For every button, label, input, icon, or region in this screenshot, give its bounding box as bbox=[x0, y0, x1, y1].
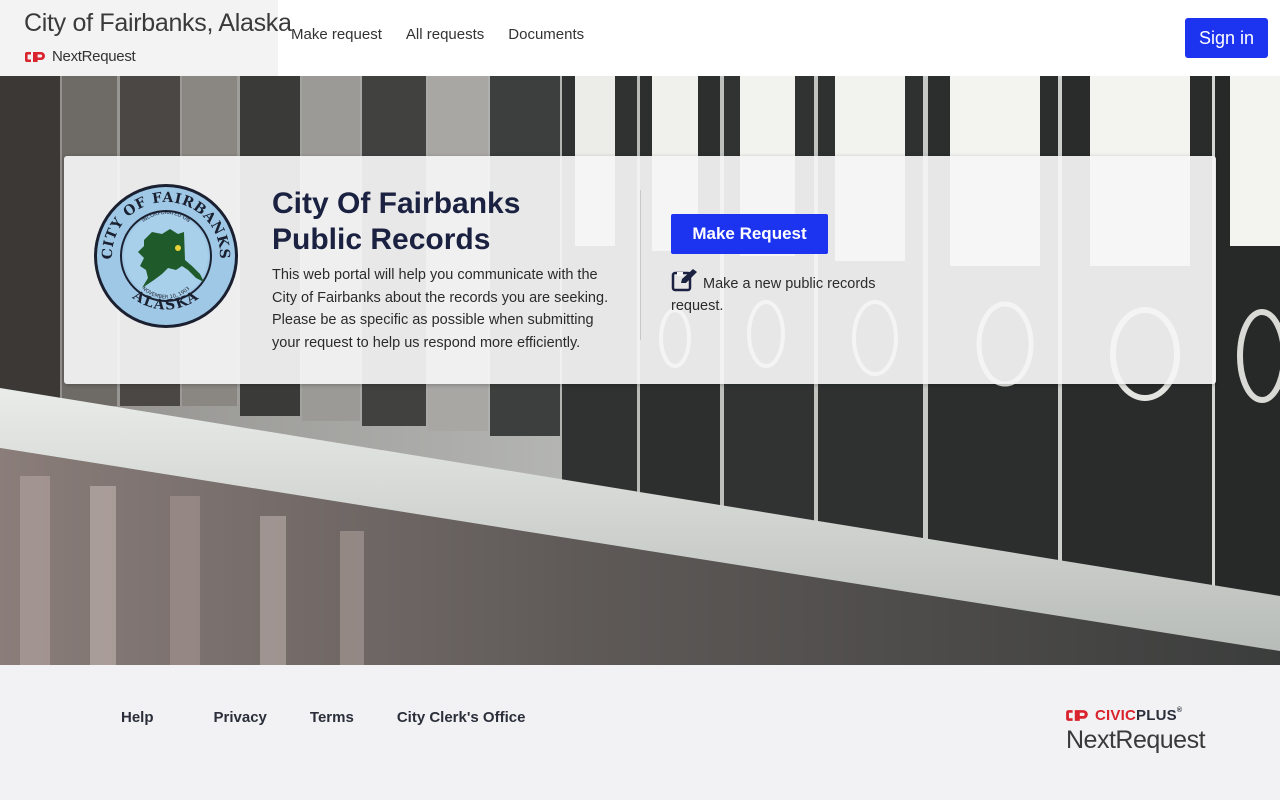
main-nav: Make request All requests Documents bbox=[291, 26, 584, 43]
nav-make-request[interactable]: Make request bbox=[291, 26, 382, 43]
edit-icon bbox=[671, 269, 697, 292]
civicplus-logo-icon bbox=[1066, 710, 1088, 721]
nav-documents[interactable]: Documents bbox=[508, 26, 584, 43]
nav-all-requests[interactable]: All requests bbox=[406, 26, 484, 43]
footer: Help Privacy Terms City Clerk's Office C… bbox=[0, 665, 1280, 800]
civicplus-logo-icon bbox=[25, 51, 45, 62]
city-seal-logo: CITY OF FAIRBANKS ALASKA INCORPORATED ON… bbox=[94, 184, 238, 328]
hero-section: CITY OF FAIRBANKS ALASKA INCORPORATED ON… bbox=[0, 76, 1280, 665]
footer-link-privacy[interactable]: Privacy bbox=[214, 709, 267, 726]
sign-in-button[interactable]: Sign in bbox=[1185, 18, 1268, 58]
civicplus-name: CIVICPLUS® bbox=[1095, 707, 1182, 724]
brand-product-label: NextRequest bbox=[52, 48, 136, 65]
brand-block[interactable]: City of Fairbanks, Alaska NextRequest bbox=[0, 0, 292, 76]
page-title: City Of Fairbanks Public Records bbox=[272, 186, 632, 258]
civicplus-name-secondary: PLUS bbox=[1136, 707, 1177, 724]
civicplus-name-primary: CIVIC bbox=[1095, 707, 1137, 724]
footer-link-terms[interactable]: Terms bbox=[310, 709, 354, 726]
site-title[interactable]: City of Fairbanks, Alaska bbox=[24, 9, 292, 38]
footer-links: Help Privacy Terms City Clerk's Office bbox=[121, 709, 525, 726]
make-request-button[interactable]: Make Request bbox=[671, 214, 828, 254]
page-title-line2: Public Records bbox=[272, 223, 491, 256]
card-divider bbox=[640, 190, 641, 340]
portal-description: This web portal will help you communicat… bbox=[272, 267, 609, 351]
footer-link-help[interactable]: Help bbox=[121, 709, 154, 726]
make-request-description: Make a new public records request. bbox=[671, 276, 876, 314]
intro-card: CITY OF FAIRBANKS ALASKA INCORPORATED ON… bbox=[64, 156, 1216, 384]
page-title-line1: City Of Fairbanks bbox=[272, 187, 521, 220]
civicplus-trademark: ® bbox=[1176, 707, 1183, 714]
nextrequest-brand: NextRequest bbox=[25, 48, 136, 65]
top-header: City of Fairbanks, Alaska NextRequest Ma… bbox=[0, 0, 1280, 76]
footer-link-city-clerk[interactable]: City Clerk's Office bbox=[397, 709, 526, 726]
civicplus-wordmark: CIVICPLUS® bbox=[1066, 707, 1205, 724]
nextrequest-wordmark: NextRequest bbox=[1066, 726, 1206, 754]
make-request-info: Make a new public records request. bbox=[671, 268, 911, 317]
civicplus-nextrequest-logo[interactable]: CIVICPLUS® NextRequest bbox=[1066, 707, 1206, 755]
